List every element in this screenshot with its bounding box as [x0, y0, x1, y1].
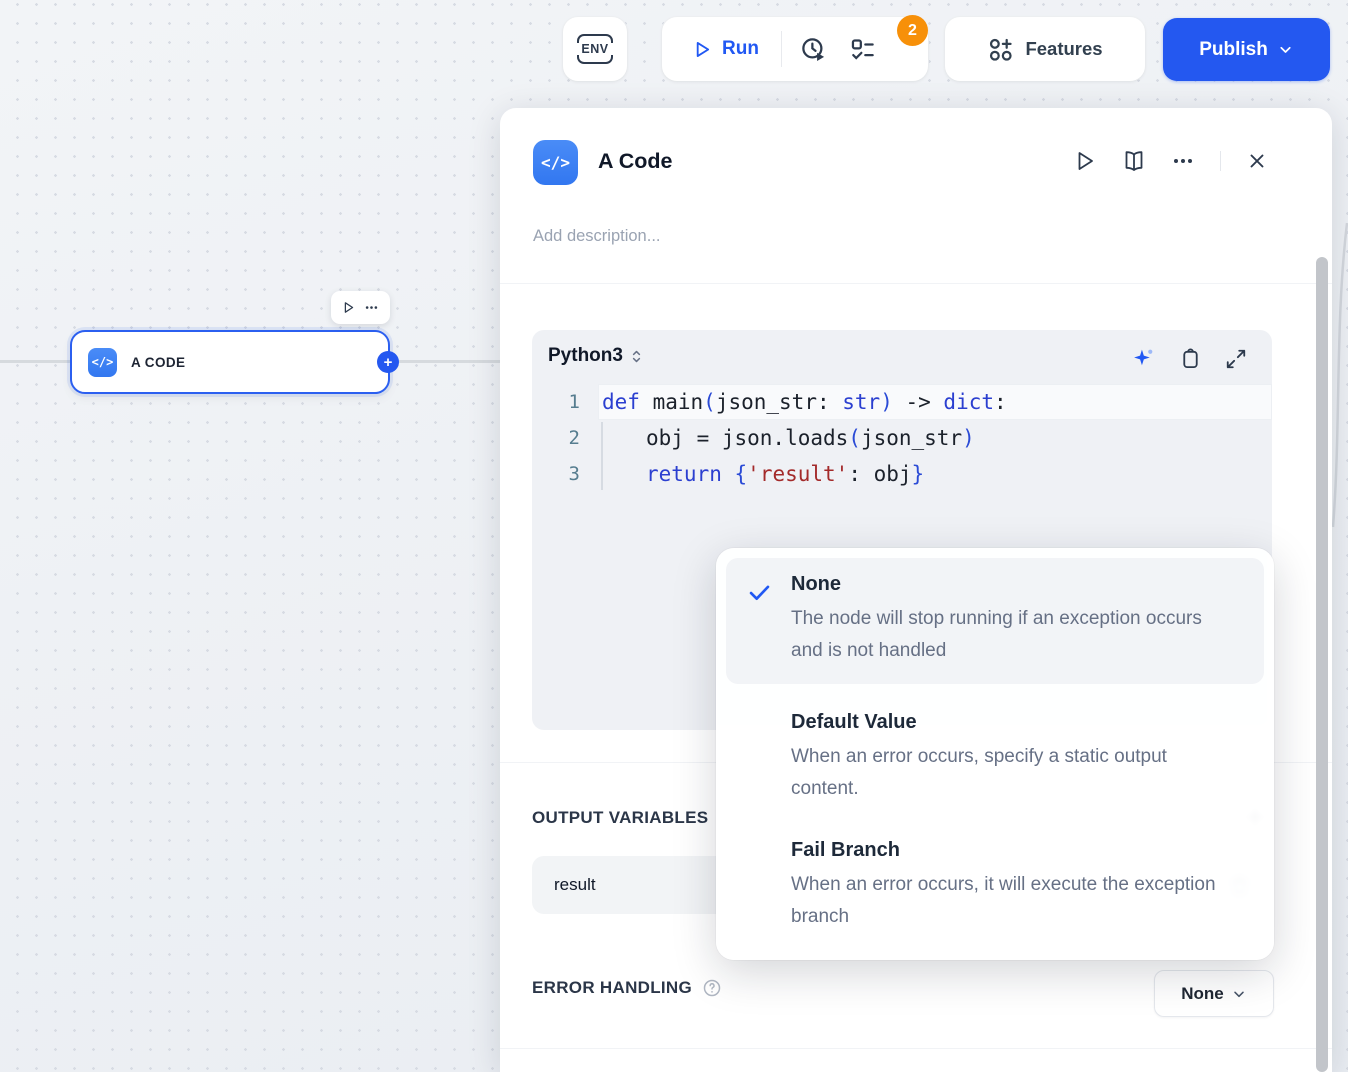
- code-token: :: [994, 390, 1007, 414]
- error-handling-heading: ERROR HANDLING: [532, 978, 693, 997]
- edge-line-right: [399, 360, 500, 363]
- run-button-group: Run: [662, 17, 928, 81]
- section-divider: [500, 1048, 1332, 1049]
- features-icon: [990, 38, 1013, 61]
- code-token: json_str:: [715, 390, 843, 414]
- code-actions: [1131, 346, 1247, 371]
- panel-run-icon[interactable]: [1073, 149, 1097, 173]
- panel-title: A Code: [598, 149, 673, 173]
- error-handling-select[interactable]: None: [1154, 970, 1274, 1017]
- docs-book-icon[interactable]: [1122, 149, 1146, 173]
- close-panel-icon[interactable]: [1246, 150, 1268, 172]
- code-node-icon: </>: [88, 347, 117, 377]
- env-icon: ENV: [577, 34, 613, 64]
- run-button[interactable]: Run: [662, 38, 759, 60]
- code-token: obj = json.loads: [646, 426, 849, 450]
- canvas-node-a-code[interactable]: </> A CODE: [70, 330, 390, 394]
- panel-scrollbar[interactable]: [1316, 257, 1328, 1072]
- code-token: ): [880, 390, 893, 414]
- panel-code-icon: </>: [533, 140, 578, 185]
- node-toolbar: [331, 291, 390, 324]
- code-token: ): [962, 426, 975, 450]
- code-token: ->: [892, 390, 944, 414]
- code-token: dict: [943, 390, 994, 414]
- language-label: Python3: [548, 345, 623, 366]
- expand-code-icon[interactable]: [1225, 348, 1247, 370]
- publish-button[interactable]: Publish: [1163, 18, 1330, 81]
- publish-label: Publish: [1199, 38, 1268, 60]
- dropdown-option-default-value[interactable]: Default Value When an error occurs, spec…: [726, 696, 1264, 822]
- run-label: Run: [722, 38, 759, 59]
- workflow-editor: </> A CODE + ENV Run 2 Features Publish …: [0, 0, 1348, 1072]
- code-token: def: [602, 390, 653, 414]
- code-token: main: [652, 390, 704, 414]
- chevron-down-icon: [1280, 46, 1291, 53]
- dropdown-option-none[interactable]: None The node will stop running if an ex…: [726, 558, 1264, 684]
- code-line[interactable]: 1 def main(json_str: str) -> dict:: [532, 384, 1272, 420]
- checklist-icon[interactable]: [849, 36, 876, 63]
- dropdown-option-fail-branch[interactable]: Fail Branch When an error occurs, it wil…: [726, 824, 1264, 950]
- node-run-icon[interactable]: [341, 300, 356, 315]
- features-button[interactable]: Features: [945, 17, 1145, 81]
- code-token: str: [842, 390, 881, 414]
- chevron-selector-icon: [632, 350, 641, 362]
- code-token: : obj: [848, 462, 912, 486]
- code-token: json_str: [860, 426, 963, 450]
- line-number: 1: [568, 391, 580, 413]
- code-token: {: [734, 462, 748, 486]
- node-more-icon[interactable]: [363, 300, 380, 315]
- code-token: }: [911, 462, 925, 486]
- code-token: (: [848, 426, 861, 450]
- description-input[interactable]: Add description...: [533, 227, 661, 246]
- code-token: (: [703, 390, 716, 414]
- code-lines[interactable]: 1 def main(json_str: str) -> dict: 2 obj…: [532, 384, 1272, 492]
- code-token: 'result': [747, 462, 849, 486]
- line-number: 2: [568, 427, 580, 449]
- more-options-icon[interactable]: [1171, 149, 1195, 173]
- option-description: The node will stop running if an excepti…: [791, 608, 1202, 661]
- env-variables-button[interactable]: ENV: [563, 17, 627, 81]
- language-selector[interactable]: Python3: [548, 345, 645, 367]
- ai-generate-icon[interactable]: [1131, 346, 1156, 371]
- check-icon: [746, 579, 773, 606]
- option-title: Default Value: [791, 711, 917, 733]
- option-description: When an error occurs, it will execute th…: [791, 874, 1216, 927]
- run-play-icon: [696, 41, 710, 57]
- run-history-icon[interactable]: [800, 36, 827, 63]
- line-number: 3: [568, 463, 580, 485]
- checklist-badge: 2: [897, 15, 928, 46]
- add-next-node-button[interactable]: +: [377, 351, 399, 373]
- panel-actions: [1073, 149, 1268, 173]
- node-title: A CODE: [131, 354, 186, 370]
- edge-curve: [1332, 222, 1348, 528]
- error-handling-value: None: [1181, 983, 1224, 1003]
- option-description: When an error occurs, specify a static o…: [791, 746, 1167, 799]
- edge-line-left: [0, 360, 70, 363]
- header-divider: [1220, 151, 1221, 171]
- output-variables-heading: OUTPUT VARIABLES: [532, 808, 709, 827]
- help-icon[interactable]: [702, 978, 722, 998]
- features-label: Features: [1025, 38, 1103, 59]
- code-token: return: [646, 462, 735, 486]
- indent-guide: [601, 422, 603, 490]
- error-handling-dropdown: None The node will stop running if an ex…: [716, 548, 1274, 960]
- copy-code-icon[interactable]: [1179, 347, 1202, 370]
- option-title: None: [791, 573, 841, 595]
- chevron-down-icon: [1233, 991, 1244, 997]
- code-line[interactable]: 3 return {'result': obj}: [532, 456, 1272, 492]
- option-title: Fail Branch: [791, 839, 900, 861]
- code-line[interactable]: 2 obj = json.loads(json_str): [532, 420, 1272, 456]
- section-divider: [500, 283, 1332, 284]
- toolbar-divider: [780, 31, 782, 67]
